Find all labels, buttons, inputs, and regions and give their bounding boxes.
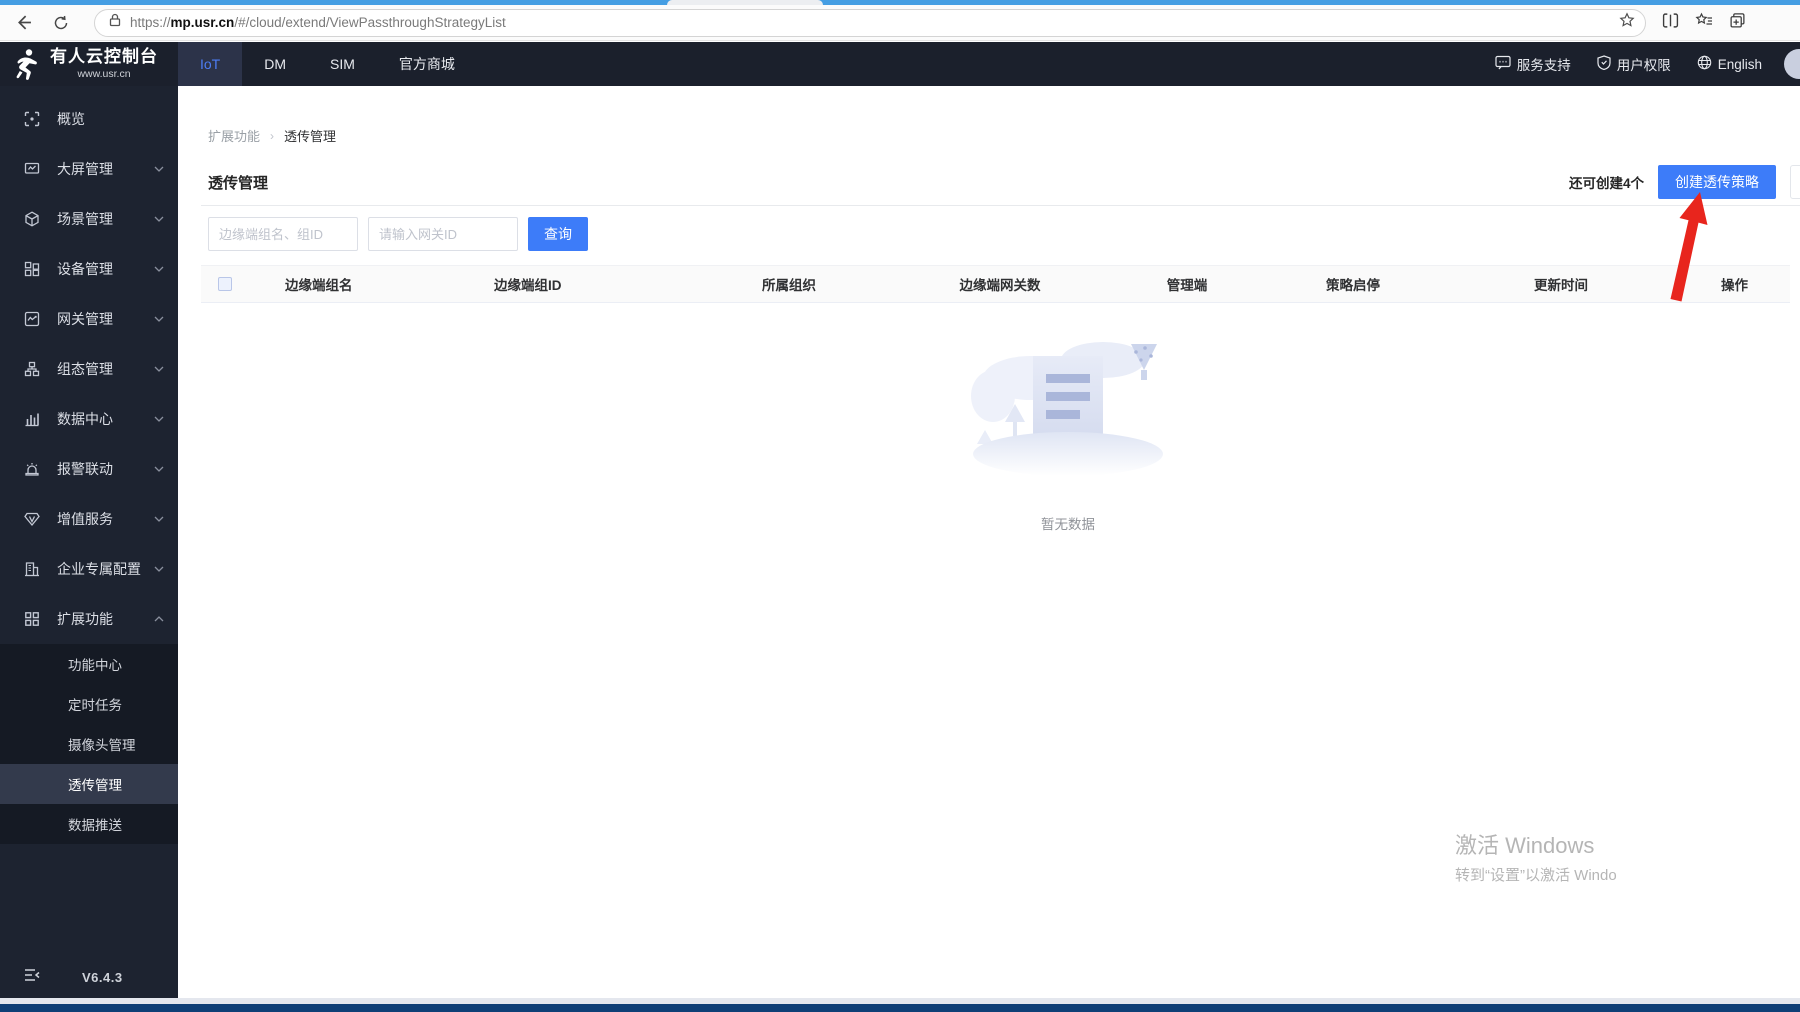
overview-icon bbox=[24, 111, 41, 128]
sidebar-item-device[interactable]: 设备管理 bbox=[0, 244, 178, 294]
tab-dm[interactable]: DM bbox=[242, 42, 308, 86]
split-screen-icon[interactable] bbox=[1662, 12, 1679, 34]
empty-state: 暂无数据 bbox=[918, 326, 1218, 533]
alarm-icon bbox=[24, 461, 41, 478]
chevron-down-icon bbox=[154, 516, 164, 522]
submenu-item-data-push[interactable]: 数据推送 bbox=[0, 804, 178, 844]
gateway-icon bbox=[24, 311, 41, 328]
logo[interactable]: 有人云控制台 www.usr.cn bbox=[0, 42, 178, 86]
divider bbox=[201, 205, 1800, 206]
favorites-icon[interactable] bbox=[1695, 12, 1713, 33]
breadcrumb-separator-icon: › bbox=[270, 128, 275, 143]
back-button[interactable] bbox=[8, 9, 38, 37]
address-bar[interactable]: https://mp.usr.cn/#/cloud/extend/ViewPas… bbox=[94, 8, 1646, 37]
scada-icon bbox=[24, 361, 41, 378]
edge-group-search-input[interactable] bbox=[208, 217, 358, 251]
sidebar-item-scene[interactable]: 场景管理 bbox=[0, 194, 178, 244]
chevron-down-icon bbox=[154, 466, 164, 472]
sidebar-item-alarm[interactable]: 报警联动 bbox=[0, 444, 178, 494]
sidebar-item-gateway[interactable]: 网关管理 bbox=[0, 294, 178, 344]
taskbar-edge bbox=[0, 1004, 1800, 1012]
app-subtitle: www.usr.cn bbox=[77, 67, 131, 80]
bookmark-star-icon[interactable] bbox=[1619, 12, 1635, 33]
app-title: 有人云控制台 bbox=[50, 46, 158, 66]
submenu-item-passthrough-management[interactable]: 透传管理 bbox=[0, 764, 178, 804]
query-button[interactable]: 查询 bbox=[528, 217, 588, 251]
device-icon bbox=[24, 261, 41, 278]
col-edge-group-id: 边缘端组ID bbox=[494, 278, 562, 293]
col-organization: 所属组织 bbox=[762, 278, 816, 293]
clipped-edge-button[interactable] bbox=[1790, 165, 1800, 199]
shield-icon bbox=[1597, 55, 1611, 73]
chevron-down-icon bbox=[154, 166, 164, 172]
user-permission[interactable]: 用户权限 bbox=[1597, 54, 1671, 74]
create-passthrough-strategy-button[interactable]: 创建透传策略 bbox=[1658, 165, 1776, 199]
app-header: 有人云控制台 www.usr.cn IoT DM SIM 官方商城 服务支持 用… bbox=[0, 42, 1800, 86]
col-edge-gateway-count: 边缘端网关数 bbox=[959, 278, 1041, 293]
service-support[interactable]: 服务支持 bbox=[1495, 54, 1571, 74]
language-switch[interactable]: English bbox=[1697, 55, 1762, 73]
col-edge-group-name: 边缘端组名 bbox=[285, 278, 353, 293]
usr-logo-icon bbox=[12, 48, 42, 80]
tab-sim[interactable]: SIM bbox=[308, 42, 377, 86]
breadcrumb: 扩展功能 › 透传管理 bbox=[208, 126, 336, 145]
gateway-id-search-input[interactable] bbox=[368, 217, 518, 251]
chevron-down-icon bbox=[154, 266, 164, 272]
extend-submenu: 功能中心 定时任务 摄像头管理 透传管理 数据推送 bbox=[0, 644, 178, 844]
bigscreen-icon bbox=[24, 161, 41, 178]
refresh-button[interactable] bbox=[46, 9, 76, 37]
chevron-down-icon bbox=[154, 416, 164, 422]
sidebar-item-bigscreen[interactable]: 大屏管理 bbox=[0, 144, 178, 194]
chevron-down-icon bbox=[154, 316, 164, 322]
sidebar-item-datacenter[interactable]: 数据中心 bbox=[0, 394, 178, 444]
submenu-item-function-center[interactable]: 功能中心 bbox=[0, 644, 178, 684]
windows-activation-watermark: 激活 Windows 转到“设置”以激活 Windo bbox=[1455, 833, 1617, 884]
vas-icon bbox=[24, 511, 41, 528]
sidebar-item-enterprise[interactable]: 企业专属配置 bbox=[0, 544, 178, 594]
empty-illustration-icon bbox=[971, 342, 1163, 476]
sidebar-item-extend[interactable]: 扩展功能 bbox=[0, 594, 178, 644]
scene-icon bbox=[24, 211, 41, 228]
col-actions: 操作 bbox=[1721, 278, 1748, 293]
datacenter-icon bbox=[24, 411, 41, 428]
globe-icon bbox=[1697, 55, 1712, 73]
submenu-item-scheduled-task[interactable]: 定时任务 bbox=[0, 684, 178, 724]
empty-text: 暂无数据 bbox=[1041, 517, 1095, 532]
header-nav: IoT DM SIM 官方商城 bbox=[178, 42, 477, 86]
chevron-down-icon bbox=[154, 216, 164, 222]
page-title: 透传管理 bbox=[208, 174, 269, 192]
col-management-end: 管理端 bbox=[1166, 278, 1208, 293]
quota-remaining-label: 还可创建4个 bbox=[1568, 176, 1644, 191]
tab-official-mall[interactable]: 官方商城 bbox=[377, 42, 477, 86]
chevron-down-icon bbox=[154, 566, 164, 572]
submenu-item-camera-management[interactable]: 摄像头管理 bbox=[0, 724, 178, 764]
site-lock-icon[interactable] bbox=[109, 13, 121, 32]
chat-icon bbox=[1495, 55, 1511, 73]
sidebar-item-scada[interactable]: 组态管理 bbox=[0, 344, 178, 394]
version-label: V6.4.3 bbox=[82, 969, 123, 985]
breadcrumb-current: 透传管理 bbox=[284, 129, 337, 144]
collapse-sidebar-icon[interactable] bbox=[24, 968, 40, 987]
chevron-down-icon bbox=[154, 366, 164, 372]
tab-iot[interactable]: IoT bbox=[178, 42, 243, 86]
chevron-up-icon bbox=[154, 616, 164, 622]
sidebar-item-overview[interactable]: 概览 bbox=[0, 94, 178, 144]
table-header-row: 边缘端组名 边缘端组ID 所属组织 边缘端网关数 管理端 策略启停 更新时间 操… bbox=[201, 265, 1790, 303]
select-all-checkbox[interactable] bbox=[218, 277, 232, 291]
enterprise-icon bbox=[24, 561, 41, 578]
col-strategy-toggle: 策略启停 bbox=[1326, 278, 1380, 293]
extend-icon bbox=[24, 611, 41, 628]
collections-icon[interactable] bbox=[1729, 12, 1746, 34]
url-text: https://mp.usr.cn/#/cloud/extend/ViewPas… bbox=[130, 15, 506, 30]
col-update-time: 更新时间 bbox=[1534, 278, 1588, 293]
sidebar: 概览 大屏管理 场景管理 设备管理 网关管理 组态管理 数据中心 报警联动 增值… bbox=[0, 86, 178, 998]
sidebar-item-vas[interactable]: 增值服务 bbox=[0, 494, 178, 544]
browser-toolbar: https://mp.usr.cn/#/cloud/extend/ViewPas… bbox=[0, 5, 1800, 41]
breadcrumb-parent[interactable]: 扩展功能 bbox=[208, 126, 260, 145]
